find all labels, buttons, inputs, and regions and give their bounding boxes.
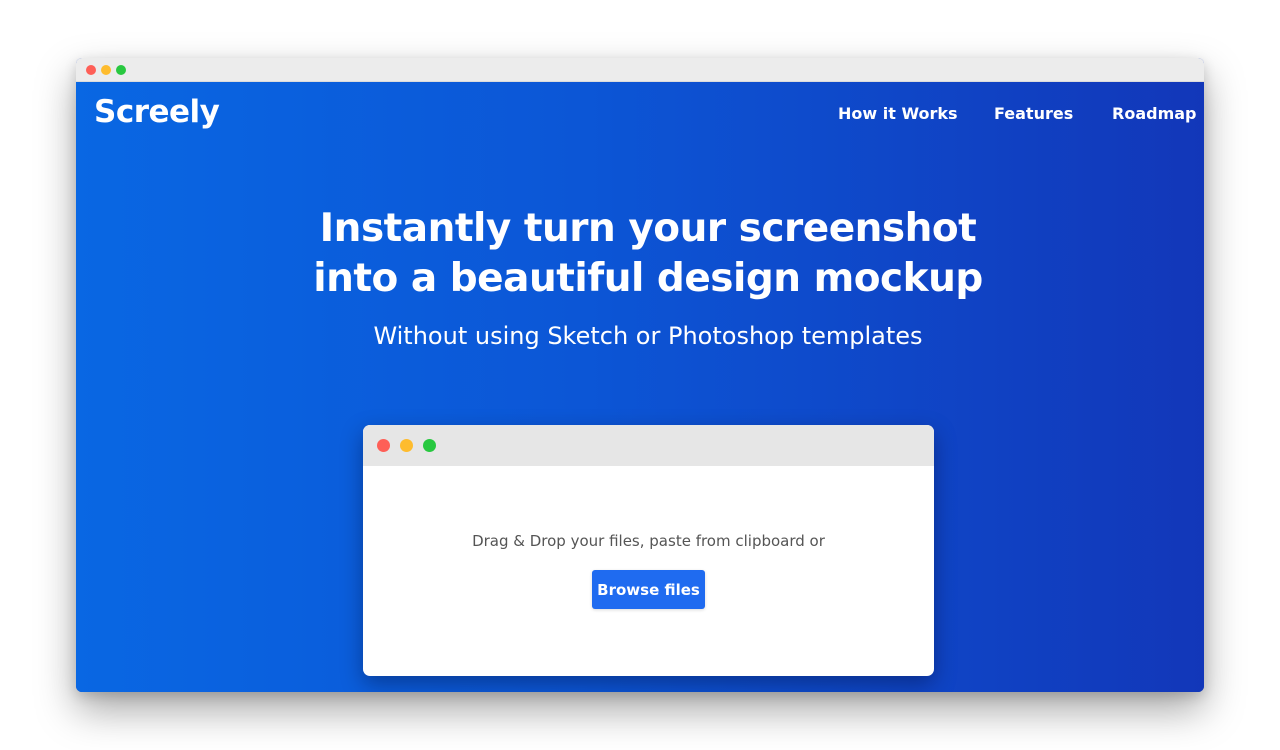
hero-subheadline: Without using Sketch or Photoshop templa… <box>373 322 923 350</box>
nav-features[interactable]: Features <box>994 104 1073 123</box>
upload-window-titlebar <box>363 425 934 466</box>
close-window-icon[interactable] <box>86 65 96 75</box>
logo[interactable]: Screely <box>94 94 220 130</box>
window-titlebar <box>76 58 1204 82</box>
yellow-dot-icon <box>400 439 413 452</box>
red-dot-icon <box>377 439 390 452</box>
minimize-window-icon[interactable] <box>101 65 111 75</box>
green-dot-icon <box>423 439 436 452</box>
hero-section: Screely How it Works Features Roadmap In… <box>76 82 1204 692</box>
headline-line-1: Instantly turn your screenshot <box>319 206 977 251</box>
drop-instruction: Drag & Drop your files, paste from clipb… <box>472 532 825 550</box>
browse-files-button[interactable]: Browse files <box>592 570 705 609</box>
upload-dropzone[interactable]: Drag & Drop your files, paste from clipb… <box>363 425 934 676</box>
headline-line-2: into a beautiful design mockup <box>313 256 983 301</box>
hero-headline: Instantly turn your screenshot into a be… <box>76 204 1204 304</box>
nav-how-it-works[interactable]: How it Works <box>838 104 958 123</box>
nav-roadmap[interactable]: Roadmap <box>1112 104 1196 123</box>
browser-window: Screely How it Works Features Roadmap In… <box>76 58 1204 692</box>
maximize-window-icon[interactable] <box>116 65 126 75</box>
